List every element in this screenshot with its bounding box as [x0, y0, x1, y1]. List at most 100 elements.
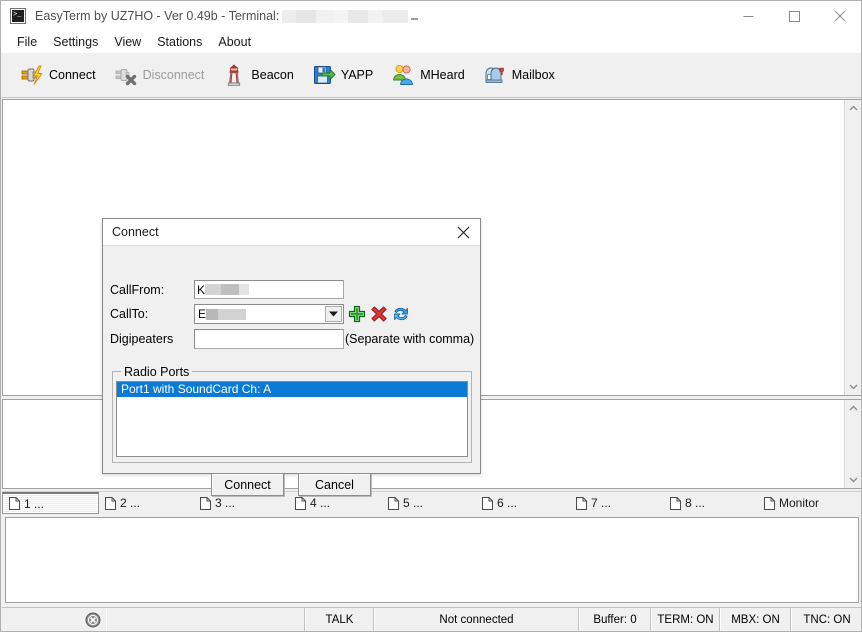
menu-item-view[interactable]: View — [106, 33, 149, 51]
tab-label-monitor: Monitor — [779, 496, 820, 510]
refresh-icon — [392, 307, 410, 326]
toolbar-button-beacon[interactable]: Beacon — [215, 59, 300, 91]
receive-panel-scrollbar[interactable] — [844, 100, 861, 395]
menu-item-about[interactable]: About — [210, 33, 259, 51]
floppy-arrow-icon — [312, 63, 336, 87]
two-users-icon — [391, 63, 415, 87]
terminal-icon — [10, 8, 26, 24]
status-term[interactable]: TERM: ON — [651, 608, 720, 631]
tab-channel-6[interactable]: 6 ... — [476, 492, 570, 514]
menu-item-settings[interactable]: Settings — [45, 33, 106, 51]
easyterm-window: EasyTerm by UZ7HO - Ver 0.49b - Terminal… — [0, 0, 862, 632]
tab-label-7: 7 ... — [591, 496, 612, 510]
document-icon — [9, 497, 20, 510]
status-spacer-left — [2, 608, 80, 631]
callto-row: CallTo: — [110, 307, 194, 321]
callfrom-input[interactable]: K — [194, 280, 344, 299]
toolbar-button-mheard[interactable]: MHeard — [384, 59, 471, 91]
radio-port-item[interactable]: Port1 with SoundCard Ch: A — [117, 382, 467, 397]
toolbar-label-mheard: MHeard — [420, 68, 465, 82]
status-connection: Not connected — [374, 608, 579, 631]
window-title-redacted — [282, 10, 409, 24]
window-title-tail — [411, 18, 419, 21]
transmit-input-area[interactable] — [5, 517, 859, 603]
menu-bar: File Settings View Stations About — [1, 31, 861, 53]
toolbar-label-beacon: Beacon — [251, 68, 294, 82]
plug-unplug-icon — [114, 63, 138, 87]
toolbar-label-disconnect: Disconnect — [142, 68, 205, 82]
tab-channel-5[interactable]: 5 ... — [382, 492, 476, 514]
document-icon — [482, 496, 493, 510]
tab-label-8: 8 ... — [685, 496, 706, 510]
add-plus-icon — [348, 305, 366, 326]
refresh-callto-button[interactable] — [392, 305, 410, 326]
maximize-icon — [788, 10, 800, 22]
maximize-button[interactable] — [771, 1, 817, 31]
toolbar-button-connect[interactable]: Connect — [13, 59, 103, 91]
tab-label-2: 2 ... — [120, 496, 141, 510]
tab-label-3: 3 ... — [215, 496, 236, 510]
digipeaters-input[interactable] — [194, 329, 344, 349]
callto-value: E — [198, 307, 207, 321]
menu-item-file[interactable]: File — [9, 33, 45, 51]
toolbar-button-disconnect[interactable]: Disconnect — [107, 59, 212, 91]
scroll-up-icon[interactable] — [845, 100, 861, 117]
document-icon — [105, 496, 116, 510]
connect-dialog-title-bar: Connect — [103, 219, 480, 246]
tab-channel-7[interactable]: 7 ... — [570, 492, 664, 514]
minimize-button[interactable] — [725, 1, 771, 31]
status-tnc[interactable]: TNC: ON — [791, 608, 861, 631]
callto-redacted — [206, 308, 247, 320]
scroll-down-icon[interactable] — [845, 471, 861, 488]
toolbar: Connect Disconnect Beacon YAPP MHeard Ma… — [1, 53, 861, 98]
digipeaters-label: Digipeaters — [110, 332, 174, 346]
status-message — [106, 608, 305, 631]
connect-dialog: Connect CallFrom: K CallTo: E Digipeater… — [102, 218, 481, 496]
scroll-up-icon[interactable] — [845, 400, 861, 417]
radio-ports-legend: Radio Ports — [121, 365, 193, 379]
menu-item-stations[interactable]: Stations — [149, 33, 210, 51]
callto-label: CallTo: — [110, 307, 149, 321]
plug-lightning-icon — [20, 63, 44, 87]
callfrom-value: K — [197, 282, 206, 297]
tab-label-6: 6 ... — [497, 496, 518, 510]
dialog-connect-button[interactable]: Connect — [211, 473, 284, 496]
status-bar: TALK Not connected Buffer: 0 TERM: ON MB… — [2, 607, 861, 631]
status-buffer: Buffer: 0 — [579, 608, 651, 631]
close-icon — [834, 10, 846, 22]
toolbar-button-mailbox[interactable]: Mailbox — [476, 59, 562, 91]
document-icon — [576, 496, 587, 510]
callto-combobox[interactable]: E — [194, 304, 344, 324]
tab-channel-8[interactable]: 8 ... — [664, 492, 758, 514]
tab-label-4: 4 ... — [310, 496, 331, 510]
circle-x-icon — [85, 612, 101, 628]
callfrom-label: CallFrom: — [110, 283, 165, 297]
dialog-cancel-button[interactable]: Cancel — [298, 473, 371, 496]
radio-ports-listbox[interactable]: Port1 with SoundCard Ch: A — [116, 381, 468, 457]
status-talk[interactable]: TALK — [305, 608, 374, 631]
tab-label-1: 1 ... — [24, 496, 45, 511]
status-mbx[interactable]: MBX: ON — [720, 608, 791, 631]
window-title: EasyTerm by UZ7HO - Ver 0.49b - Terminal… — [35, 8, 419, 24]
callfrom-row: CallFrom: — [110, 283, 194, 297]
connect-dialog-title: Connect — [112, 225, 159, 239]
document-icon — [764, 496, 775, 510]
window-title-text: EasyTerm by UZ7HO - Ver 0.49b - Terminal… — [35, 8, 280, 23]
connect-dialog-body: CallFrom: K CallTo: E Digipeaters (Separ… — [103, 246, 480, 496]
status-disconnect-button[interactable] — [80, 608, 106, 631]
tab-label-5: 5 ... — [403, 496, 424, 510]
monitor-panel-scrollbar[interactable] — [844, 400, 861, 488]
tab-channel-1[interactable]: 1 ... — [2, 492, 99, 514]
channel-tab-strip: 1 ... 2 ... 3 ... 4 ... 5 ... 6 ... 7 ..… — [2, 491, 861, 514]
tab-monitor[interactable]: Monitor — [758, 492, 827, 514]
close-button[interactable] — [817, 1, 861, 31]
toolbar-button-yapp[interactable]: YAPP — [305, 59, 380, 91]
callfrom-redacted — [205, 284, 250, 295]
scroll-down-icon[interactable] — [845, 378, 861, 395]
callto-dropdown-button[interactable] — [325, 306, 342, 322]
mailbox-icon — [483, 63, 507, 87]
connect-dialog-close-button[interactable] — [446, 219, 480, 245]
add-callto-button[interactable] — [348, 305, 366, 326]
tab-channel-2[interactable]: 2 ... — [99, 492, 194, 514]
delete-callto-button[interactable] — [370, 305, 388, 326]
